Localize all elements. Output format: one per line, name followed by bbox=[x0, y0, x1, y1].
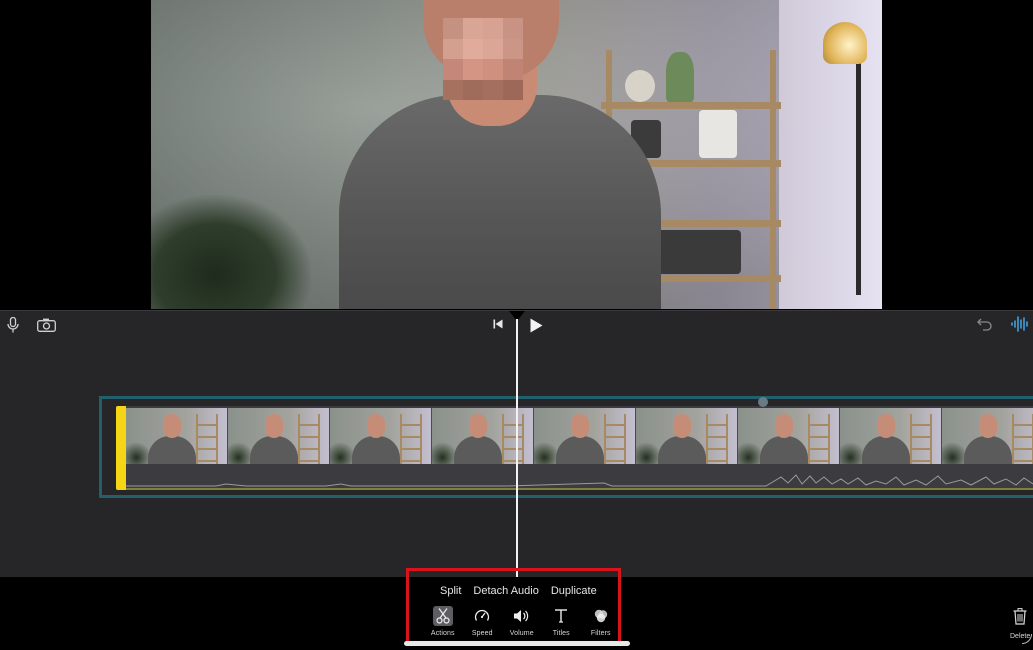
shelf-decoration bbox=[625, 70, 655, 102]
person-torso bbox=[339, 95, 661, 309]
clip-thumbnail bbox=[432, 408, 534, 464]
clip-thumbnails bbox=[126, 408, 1033, 464]
lamp-pole bbox=[856, 60, 861, 295]
shelf-plant bbox=[666, 52, 694, 102]
lamp-shade bbox=[823, 22, 867, 64]
audio-waveform-icon[interactable] bbox=[1011, 316, 1029, 332]
audio-waveform bbox=[126, 474, 1033, 490]
highlight-annotation-box bbox=[406, 568, 621, 645]
clip-trim-handle[interactable] bbox=[116, 406, 126, 490]
camera-icon[interactable] bbox=[36, 317, 56, 333]
clip-thumbnail bbox=[636, 408, 738, 464]
shelf-decoration bbox=[699, 110, 737, 158]
microphone-icon[interactable] bbox=[6, 317, 20, 333]
shelf-books bbox=[651, 230, 741, 274]
video-viewer bbox=[0, 0, 1033, 310]
clip-thumbnail bbox=[330, 408, 432, 464]
timeline-panel bbox=[0, 310, 1033, 577]
clip-position-dot bbox=[758, 397, 768, 407]
plant-shape bbox=[151, 195, 311, 309]
video-preview-frame[interactable] bbox=[151, 0, 882, 309]
home-indicator bbox=[404, 641, 630, 646]
video-clip[interactable] bbox=[116, 406, 1033, 490]
shelf-board bbox=[601, 102, 781, 109]
clip-thumbnail bbox=[228, 408, 330, 464]
play-icon[interactable] bbox=[529, 317, 543, 333]
trash-icon bbox=[1013, 608, 1027, 630]
undo-icon[interactable] bbox=[976, 317, 992, 331]
playhead-line[interactable] bbox=[516, 319, 518, 577]
blurred-face-mosaic bbox=[443, 18, 523, 100]
clip-thumbnail bbox=[840, 408, 942, 464]
clip-thumbnail bbox=[738, 408, 840, 464]
skip-to-start-icon[interactable] bbox=[492, 318, 504, 330]
clip-thumbnail bbox=[942, 408, 1033, 464]
clip-thumbnail bbox=[126, 408, 228, 464]
clip-thumbnail bbox=[534, 408, 636, 464]
